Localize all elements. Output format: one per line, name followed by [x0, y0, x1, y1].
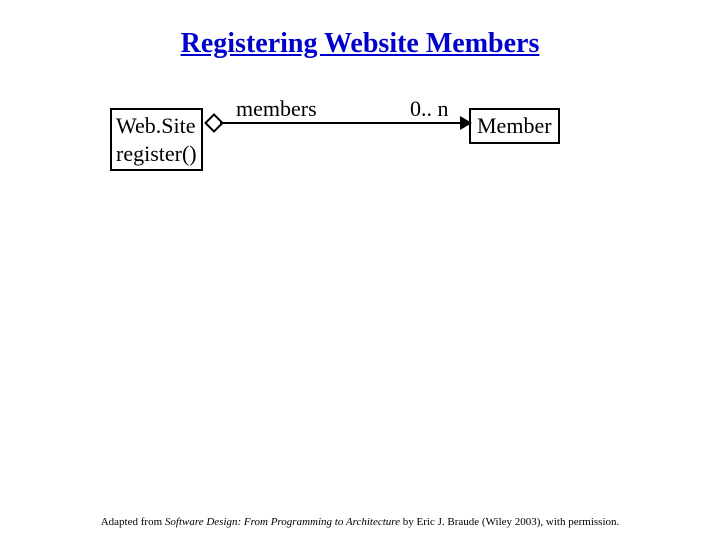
attribution-suffix: by Eric J. Braude (Wiley 2003), with per…: [400, 516, 619, 528]
class-website: Web.Site register(): [110, 108, 203, 171]
class-website-operation: register(): [116, 140, 197, 168]
class-member: Member: [469, 108, 560, 144]
association-multiplicity-label: 0.. n: [410, 96, 449, 122]
attribution: Adapted from Software Design: From Progr…: [0, 516, 720, 528]
association-line: [220, 122, 469, 124]
class-website-name: Web.Site: [116, 112, 197, 140]
slide-title: Registering Website Members: [0, 28, 720, 60]
attribution-prefix: Adapted from: [101, 516, 165, 528]
attribution-work: Software Design: From Programming to Arc…: [165, 516, 400, 528]
association-arrow-icon: [460, 116, 472, 130]
class-member-name: Member: [477, 113, 552, 138]
association-role-label: members: [236, 96, 317, 122]
